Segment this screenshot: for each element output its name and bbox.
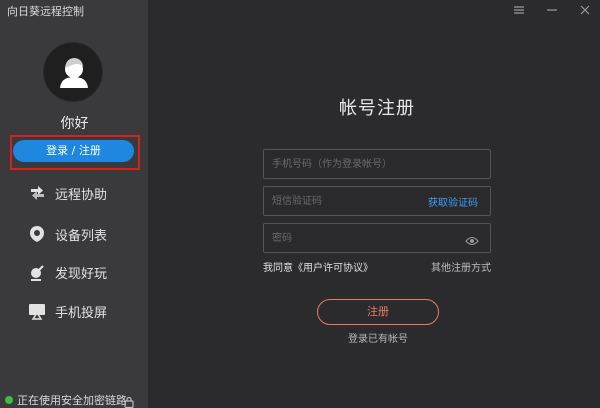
sidebar-item-label: 发现好玩: [55, 266, 108, 282]
sms-code-field: 获取验证码: [263, 186, 491, 216]
phone-input[interactable]: [272, 150, 422, 178]
discover-icon: [28, 263, 46, 281]
sidebar: 向日葵远程控制 你好 登录 / 注册 远程协助 设备列表 发现好玩 手机投屏 正…: [0, 0, 149, 408]
avatar[interactable]: [43, 42, 103, 102]
sms-code-input[interactable]: [272, 187, 422, 215]
device-list-icon: [28, 225, 46, 243]
minimize-icon[interactable]: [545, 2, 559, 16]
screen-cast-icon: [28, 302, 46, 320]
login-existing-account-link[interactable]: 登录已有帐号: [317, 330, 439, 345]
app-window: 向日葵远程控制 你好 登录 / 注册 远程协助 设备列表 发现好玩 手机投屏 正…: [0, 0, 600, 408]
close-icon[interactable]: [578, 2, 592, 16]
show-password-eye-icon[interactable]: [465, 232, 479, 251]
phone-field: [263, 149, 491, 179]
greeting-text: 你好: [60, 116, 89, 132]
password-field: [263, 223, 491, 253]
sidebar-item-device-list[interactable]: 设备列表: [28, 224, 107, 244]
sidebar-item-label: 远程协助: [55, 187, 108, 203]
remote-assist-icon: [28, 184, 46, 202]
other-register-methods-link[interactable]: 其他注册方式: [431, 259, 491, 274]
login-register-button[interactable]: 登录 / 注册: [13, 140, 134, 162]
password-input[interactable]: [272, 224, 422, 252]
sidebar-item-label: 设备列表: [55, 228, 108, 244]
sidebar-item-remote-assist[interactable]: 远程协助: [28, 183, 107, 203]
sidebar-item-screen-cast[interactable]: 手机投屏: [28, 301, 107, 321]
user-avatar-icon: [60, 58, 88, 88]
register-button[interactable]: 注册: [317, 299, 439, 325]
get-code-link[interactable]: 获取验证码: [428, 194, 478, 209]
status-dot-icon: [5, 396, 13, 404]
page-title: 帐号注册: [339, 98, 415, 119]
sidebar-item-label: 手机投屏: [55, 305, 108, 321]
status-text: 正在使用安全加密链路: [17, 394, 127, 407]
connection-status: 正在使用安全加密链路: [5, 392, 127, 408]
lock-icon: [124, 393, 134, 408]
sidebar-item-discover[interactable]: 发现好玩: [28, 262, 107, 282]
license-agreement-link[interactable]: 我同意《用户许可协议》: [263, 259, 373, 274]
app-title: 向日葵远程控制: [7, 5, 84, 18]
menu-icon[interactable]: [512, 2, 526, 16]
